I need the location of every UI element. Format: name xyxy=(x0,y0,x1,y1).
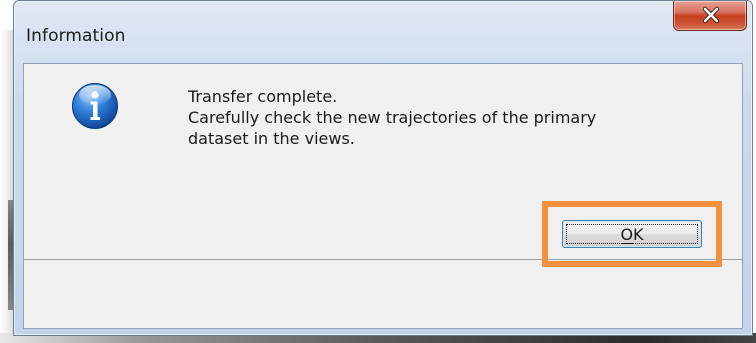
ok-button-highlight: OK xyxy=(542,201,722,267)
ok-button[interactable]: OK xyxy=(562,220,702,248)
mnemonic-underline xyxy=(622,243,634,244)
ok-button-label: OK xyxy=(620,225,644,244)
screenshot-stage: Information Transfer complete. Carefully… xyxy=(0,0,756,343)
dialog-title: Information xyxy=(26,26,126,46)
information-dialog: Information Transfer complete. Carefully… xyxy=(13,0,753,336)
title-bar[interactable]: Information xyxy=(14,1,752,63)
information-icon xyxy=(72,83,118,129)
dialog-client-area: Transfer complete. Carefully check the n… xyxy=(23,63,743,329)
button-area xyxy=(24,260,742,328)
message-text: Transfer complete. Carefully check the n… xyxy=(188,86,708,149)
message-line: Transfer complete. xyxy=(188,87,338,106)
message-line: dataset in the views. xyxy=(188,129,355,148)
close-button[interactable] xyxy=(673,1,747,31)
message-line: Carefully check the new trajectories of … xyxy=(188,108,597,127)
close-icon xyxy=(702,6,720,24)
